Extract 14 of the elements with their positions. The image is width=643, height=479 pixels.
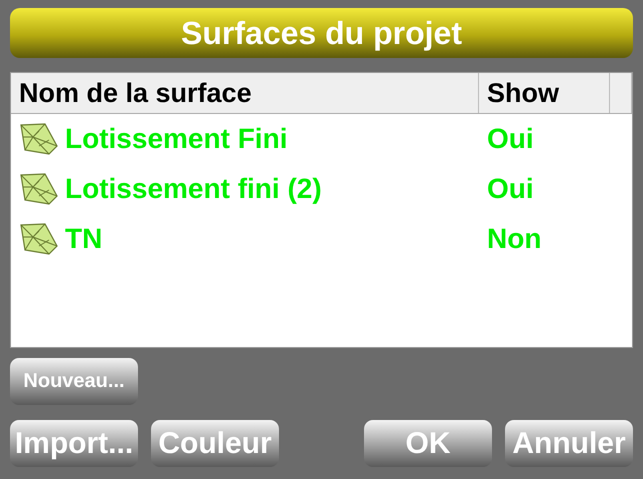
new-button[interactable]: Nouveau...	[10, 358, 138, 405]
column-header[interactable]: Show	[479, 73, 610, 113]
show-value[interactable]: Oui	[479, 123, 632, 155]
show-value[interactable]: Non	[479, 223, 632, 255]
window-title: Surfaces du projet	[10, 8, 633, 58]
surface-name[interactable]: TN	[65, 223, 102, 255]
column-header[interactable]: Nom de la surface	[11, 73, 479, 113]
dialog-button[interactable]: OK	[364, 420, 492, 467]
dialog-button[interactable]: Annuler	[505, 420, 633, 467]
show-value[interactable]: Oui	[479, 173, 632, 205]
dialog-button[interactable]: Import...	[10, 420, 138, 467]
surface-name[interactable]: Lotissement fini (2)	[65, 173, 322, 205]
dialog-button[interactable]: Couleur	[151, 420, 279, 467]
surface-name[interactable]: Lotissement Fini	[65, 123, 288, 155]
